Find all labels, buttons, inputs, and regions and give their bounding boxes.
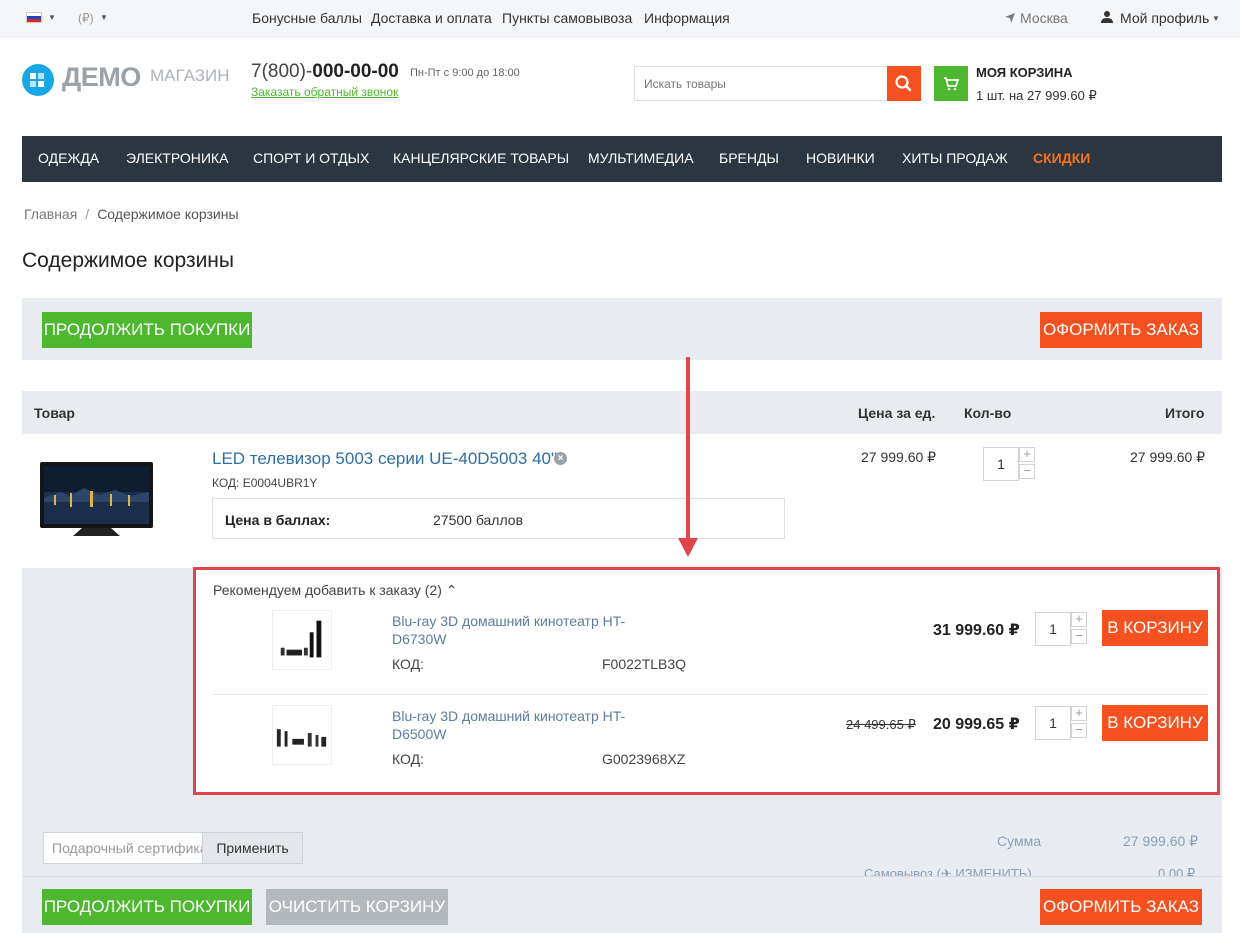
top-bar: ▼ (₽) ▼ Бонусные баллы Доставка и оплата…	[0, 0, 1240, 37]
my-cart-link[interactable]: МОЯ КОРЗИНА	[976, 65, 1073, 80]
recommend-code: G0023968XZ	[602, 751, 686, 767]
sum-value: 27 999.60 ₽	[1123, 833, 1199, 849]
header-total: Итого	[1165, 405, 1205, 421]
cart-icon	[944, 77, 960, 91]
nav-item-bestsellers[interactable]: ХИТЫ ПРОДАЖ	[902, 150, 1008, 166]
breadcrumb-current: Содержимое корзины	[97, 206, 239, 222]
chevron-down-icon: ▼	[100, 13, 108, 22]
callback-link[interactable]: Заказать обратный звонок	[251, 85, 398, 99]
city-selector[interactable]: Москва	[1020, 10, 1068, 26]
my-profile-link[interactable]: Мой профиль	[1120, 10, 1209, 26]
top-link-bonus[interactable]: Бонусные баллы	[252, 10, 362, 26]
phone-number: 7(800)-000-00-00	[251, 61, 399, 82]
search-input[interactable]	[635, 67, 887, 100]
qty-increase-button[interactable]: +	[1071, 706, 1087, 721]
chevron-up-icon: ⌃	[445, 582, 458, 598]
cart-button[interactable]	[934, 66, 968, 101]
product-image[interactable]	[40, 462, 153, 538]
checkout-button[interactable]: ОФОРМИТЬ ЗАКАЗ	[1040, 312, 1202, 348]
header-qty: Кол-во	[964, 405, 1012, 421]
search-button[interactable]	[887, 66, 921, 101]
recommend-code-label: КОД:	[392, 656, 424, 672]
chevron-down-icon: ▼	[1212, 14, 1220, 23]
qty-increase-button[interactable]: +	[1019, 447, 1035, 462]
qty-decrease-button[interactable]: −	[1019, 464, 1035, 479]
recommend-title[interactable]: Рекомендуем добавить к заказу (2) ⌃	[213, 582, 458, 599]
nav-item-clothes[interactable]: ОДЕЖДА	[38, 150, 99, 166]
recommend-item-name[interactable]: Blu-ray 3D домашний кинотеатр HT-D6730W	[392, 612, 662, 648]
nav-item-brands[interactable]: БРЕНДЫ	[719, 150, 779, 166]
russia-flag-icon[interactable]	[26, 12, 42, 23]
points-value: 27500 баллов	[433, 512, 524, 528]
search-field[interactable]	[634, 66, 887, 101]
page-title: Содержимое корзины	[22, 249, 234, 272]
recommend-code-label: КОД:	[392, 751, 424, 767]
nav-item-sport[interactable]: СПОРТ И ОТДЫХ	[253, 150, 369, 166]
header-unit-price: Цена за ед.	[858, 405, 936, 421]
points-label: Цена в баллах:	[225, 512, 331, 528]
recommend-highlight-frame	[193, 567, 1220, 795]
recommend-quantity-input[interactable]: 1	[1035, 612, 1071, 646]
add-to-cart-button[interactable]: В КОРЗИНУ	[1102, 705, 1208, 741]
nav-item-new[interactable]: НОВИНКИ	[806, 150, 875, 166]
location-arrow-icon	[1005, 13, 1015, 23]
logo-subtext[interactable]: МАГАЗИН	[150, 66, 229, 86]
add-to-cart-button[interactable]: В КОРЗИНУ	[1102, 610, 1208, 646]
sum-label: Сумма	[997, 833, 1041, 849]
header-product: Товар	[34, 405, 75, 421]
cart-table-header: Товар Цена за ед. Кол-во Итого	[22, 391, 1222, 434]
divider	[212, 694, 1209, 695]
recommend-quantity-input[interactable]: 1	[1035, 706, 1071, 740]
product-name-link[interactable]: LED телевизор 5003 серии UE-40D5003 40"	[212, 449, 557, 469]
top-link-pickup-points[interactable]: Пункты самовывоза	[502, 10, 632, 26]
top-link-info[interactable]: Информация	[644, 10, 730, 26]
qty-decrease-button[interactable]: −	[1071, 629, 1087, 644]
logo-text[interactable]: ДЕМО	[62, 62, 141, 93]
recommend-price: 20 999.65 ₽	[933, 716, 1020, 733]
user-icon	[1101, 11, 1113, 23]
recommend-item-name[interactable]: Blu-ray 3D домашний кинотеатр HT-D6500W	[392, 707, 662, 743]
breadcrumb-home[interactable]: Главная	[24, 206, 77, 222]
product-code: КОД: E0004UBR1Y	[212, 476, 318, 490]
checkout-button[interactable]: ОФОРМИТЬ ЗАКАЗ	[1040, 889, 1202, 925]
main-nav: ОДЕЖДА ЭЛЕКТРОНИКА СПОРТ И ОТДЫХ КАНЦЕЛЯ…	[22, 136, 1222, 182]
logo-icon[interactable]	[22, 64, 54, 96]
remove-item-icon[interactable]: ×	[554, 452, 567, 465]
continue-shopping-button[interactable]: ПРОДОЛЖИТЬ ПОКУПКИ	[42, 312, 252, 348]
unit-price: 27 999.60 ₽	[861, 449, 937, 465]
points-price-box: Цена в баллах: 27500 баллов	[212, 498, 785, 539]
qty-increase-button[interactable]: +	[1071, 612, 1087, 627]
recommend-price: 31 999.60 ₽	[933, 622, 1020, 639]
quantity-input[interactable]: 1	[983, 447, 1019, 481]
currency-selector[interactable]: (₽)	[78, 11, 94, 25]
nav-item-sale[interactable]: СКИДКИ	[1033, 150, 1090, 166]
recommend-item-image[interactable]	[272, 705, 332, 765]
nav-item-stationery[interactable]: КАНЦЕЛЯРСКИЕ ТОВАРЫ	[393, 150, 569, 166]
top-link-delivery[interactable]: Доставка и оплата	[371, 10, 492, 26]
cart-summary: 1 шт. на 27 999.60 ₽	[976, 88, 1097, 103]
search-icon	[895, 75, 912, 92]
clear-cart-button[interactable]: ОЧИСТИТЬ КОРЗИНУ	[266, 889, 448, 925]
working-hours: Пн-Пт с 9:00 до 18:00	[410, 67, 520, 79]
nav-item-multimedia[interactable]: МУЛЬТИМЕДИА	[588, 150, 694, 166]
recommend-item-image[interactable]	[272, 610, 332, 670]
breadcrumb: Главная / Содержимое корзины	[24, 206, 239, 222]
continue-shopping-button[interactable]: ПРОДОЛЖИТЬ ПОКУПКИ	[42, 889, 252, 925]
apply-certificate-button[interactable]: Применить	[202, 832, 303, 864]
qty-decrease-button[interactable]: −	[1071, 723, 1087, 738]
line-total: 27 999.60 ₽	[1130, 449, 1206, 465]
recommend-code: F0022TLB3Q	[602, 656, 687, 672]
chevron-down-icon: ▼	[48, 13, 56, 22]
nav-item-electronics[interactable]: ЭЛЕКТРОНИКА	[126, 150, 228, 166]
gift-certificate-input[interactable]: Подарочный сертификат	[43, 832, 203, 864]
recommend-old-price: 24 499.65 ₽	[846, 717, 916, 732]
